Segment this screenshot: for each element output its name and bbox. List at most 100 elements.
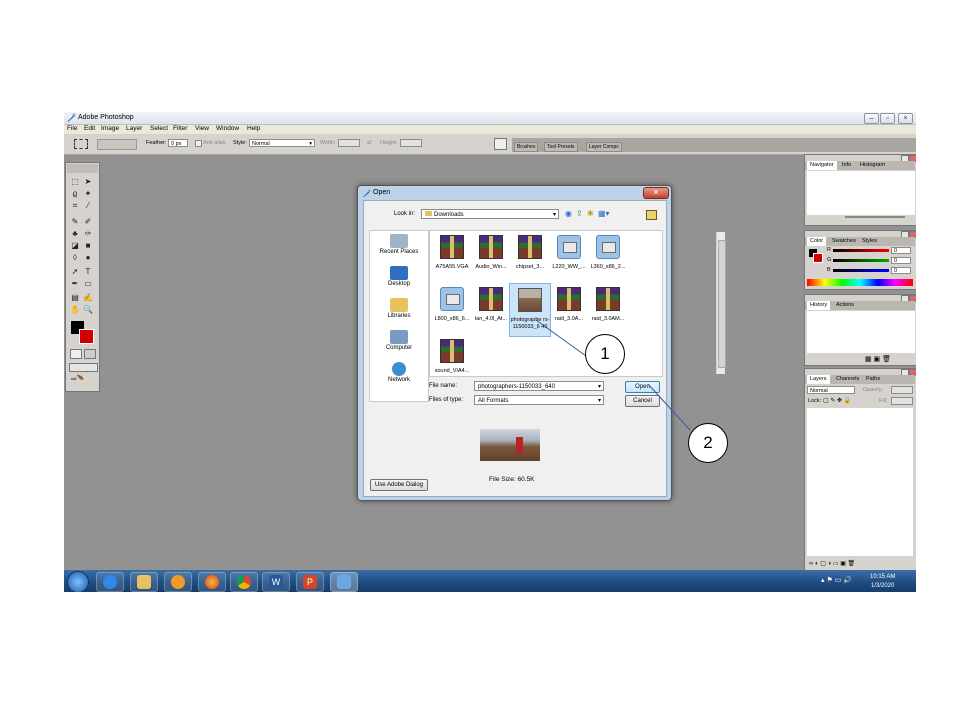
clock[interactable]: 10:15 AM 1/3/2020 [870, 573, 895, 591]
file-item[interactable]: A75A55.VGA [432, 235, 472, 271]
blend-mode-select[interactable]: Normal [807, 386, 855, 394]
menu-view[interactable]: View [195, 125, 209, 132]
fill-input[interactable] [891, 397, 913, 405]
start-button[interactable] [67, 571, 89, 592]
file-list-scrollbar[interactable] [716, 232, 726, 374]
use-adobe-dialog-button[interactable]: Use Adobe Dialog [370, 479, 428, 491]
g-input[interactable]: 0 [891, 257, 911, 264]
style-select[interactable]: Normal ▾ [249, 139, 315, 147]
file-item[interactable]: sound_VIA4... [432, 339, 472, 375]
tab-styles[interactable]: Styles [859, 237, 880, 246]
tray-icons[interactable]: ▴ ⚑ ▭ 🔊 [821, 576, 852, 584]
lock-icons[interactable]: ▢ ✎ ✥ 🔒 [823, 397, 851, 404]
new-folder-icon[interactable]: ✱ [587, 209, 594, 218]
crop-tool-icon[interactable]: ⌗ [70, 201, 80, 210]
layers-footer-icons[interactable]: ∞ ◐ ▢ ◑ ▭ ▣ 🗑 [809, 560, 855, 567]
tab-swatches[interactable]: Swatches [829, 237, 859, 246]
width-input[interactable] [338, 139, 360, 147]
tab-history[interactable]: History [807, 301, 831, 310]
marquee-preset-icon[interactable] [74, 139, 88, 149]
tab-tool-presets[interactable]: Tool Presets [544, 142, 578, 152]
open-button[interactable]: Open [625, 381, 660, 393]
tab-navigator[interactable]: Navigator [807, 161, 837, 170]
antialias-checkbox[interactable] [195, 140, 202, 147]
dodge-tool-icon[interactable]: ● [83, 253, 93, 262]
file-item[interactable]: L360_x86_2... [588, 235, 628, 271]
history-brush-icon[interactable]: ✑ [83, 229, 93, 238]
move-tool-icon[interactable]: ➤ [83, 177, 93, 186]
taskbar-media-player[interactable] [164, 572, 192, 592]
standard-mode-icon[interactable] [70, 349, 82, 359]
taskbar-powerpoint[interactable]: P [296, 572, 324, 592]
taskbar-word[interactable]: W [262, 572, 290, 592]
place-computer[interactable]: Computer [370, 330, 428, 351]
menu-image[interactable]: Image [101, 125, 119, 132]
pen-tool-icon[interactable]: ✒ [70, 279, 80, 288]
brush-tool-icon[interactable]: ✐ [83, 217, 93, 226]
taskbar-chrome[interactable] [230, 572, 258, 592]
up-folder-icon[interactable]: ⇪ [576, 209, 583, 218]
place-recent-places[interactable]: Recent Places [370, 234, 428, 255]
height-input[interactable] [400, 139, 422, 147]
dialog-close-button[interactable]: ✕ [643, 187, 669, 199]
clone-stamp-icon[interactable]: ♣ [70, 229, 80, 238]
menu-layer[interactable]: Layer [126, 125, 142, 132]
tab-color[interactable]: Color [807, 237, 827, 246]
b-slider[interactable] [833, 269, 889, 272]
background-swatch[interactable] [813, 253, 823, 263]
selection-mode-buttons[interactable] [97, 139, 137, 150]
tab-histogram[interactable]: Histogram [857, 161, 888, 170]
menu-window[interactable]: Window [216, 125, 239, 132]
g-slider[interactable] [833, 259, 889, 262]
file-type-select[interactable]: All Formats ▾ [474, 395, 604, 405]
maximize-button[interactable]: ▫ [880, 113, 895, 124]
feather-input[interactable]: 0 px [168, 139, 188, 147]
place-network[interactable]: Network [370, 362, 428, 383]
file-browser-icon[interactable] [494, 138, 507, 150]
healing-brush-icon[interactable]: ✎ [70, 217, 80, 226]
magic-wand-icon[interactable]: ✦ [83, 189, 93, 198]
hand-tool-icon[interactable]: ✋ [70, 305, 80, 314]
file-item[interactable]: raid_3.0AM... [588, 287, 628, 323]
lasso-tool-icon[interactable]: ϱ [70, 189, 80, 198]
zoom-tool-icon[interactable]: 🔍 [83, 305, 93, 314]
eyedropper-icon[interactable]: ✍ [83, 293, 93, 302]
taskbar-explorer[interactable] [130, 572, 158, 592]
history-footer-icons[interactable]: ▦ ▣ 🗑 [865, 355, 911, 363]
menu-filter[interactable]: Filter [173, 125, 187, 132]
file-item[interactable]: raid_3.0A... [549, 287, 589, 323]
swap-icon[interactable]: ⇄ [367, 140, 372, 146]
tab-info[interactable]: Info [839, 161, 854, 170]
tab-layer-comps[interactable]: Layer Comps [586, 142, 622, 152]
taskbar-ie[interactable] [96, 572, 124, 592]
file-item[interactable]: lan_4.0l_At... [471, 287, 511, 323]
cancel-button[interactable]: Cancel [625, 395, 660, 407]
place-desktop[interactable]: Desktop [370, 266, 428, 287]
file-item[interactable]: L220_WW_... [549, 235, 589, 271]
file-name-input[interactable]: photographers-1150033_640 ▾ [474, 381, 604, 391]
eraser-tool-icon[interactable]: ◪ [70, 241, 80, 250]
slice-tool-icon[interactable]: ⁄ [83, 201, 93, 210]
tab-actions[interactable]: Actions [833, 301, 857, 310]
menu-edit[interactable]: Edit [84, 125, 95, 132]
zoom-slider[interactable] [845, 216, 905, 218]
file-browser-toggle-icon[interactable] [646, 210, 657, 220]
jump-to-imageready-icon[interactable]: ⇨🪶 [71, 375, 93, 385]
marquee-tool-icon[interactable]: ⬚ [70, 177, 80, 186]
close-window-button[interactable]: × [898, 113, 913, 124]
taskbar-firefox[interactable] [198, 572, 226, 592]
menu-select[interactable]: Select [150, 125, 168, 132]
tab-paths[interactable]: Paths [863, 375, 883, 384]
tab-brushes[interactable]: Brushes [514, 142, 539, 152]
color-spectrum-ramp[interactable] [807, 279, 913, 286]
look-in-select[interactable]: Downloads ▾ [421, 209, 559, 219]
type-tool-icon[interactable]: T [83, 267, 93, 276]
path-selection-icon[interactable]: ➚ [70, 267, 80, 276]
file-item-selected[interactable]: photographe rs-1150033_6 40 [509, 283, 551, 337]
taskbar-photoshop[interactable] [330, 572, 358, 592]
menu-file[interactable]: File [67, 125, 77, 132]
scrollbar-thumb[interactable] [718, 240, 726, 368]
gradient-tool-icon[interactable]: ■ [83, 241, 93, 250]
place-libraries[interactable]: Libraries [370, 298, 428, 319]
quick-mask-icon[interactable] [84, 349, 96, 359]
